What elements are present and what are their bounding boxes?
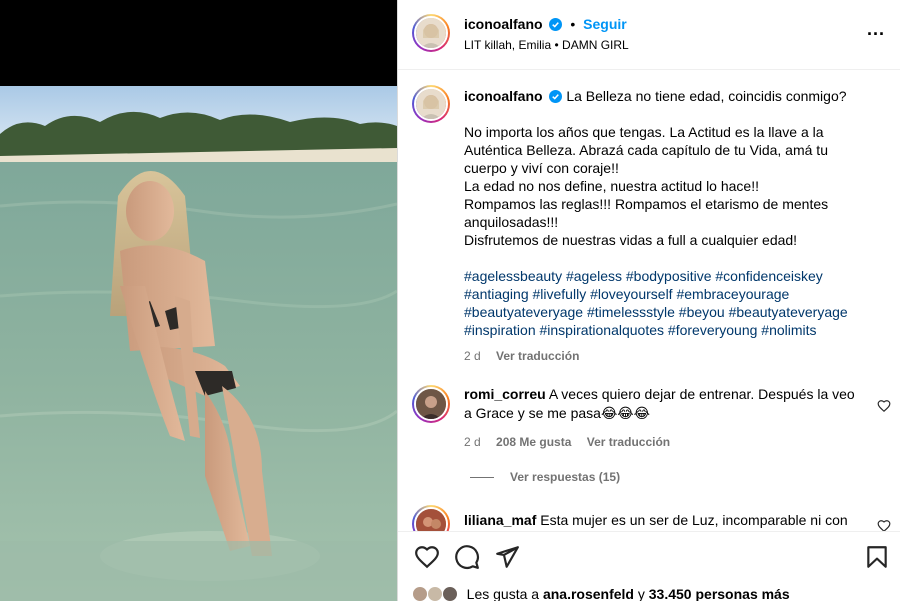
separator-dot: • xyxy=(570,16,576,32)
view-replies-label[interactable]: Ver respuestas (15) xyxy=(510,470,620,484)
share-send-icon[interactable] xyxy=(494,544,520,570)
comment-like-heart-icon[interactable] xyxy=(877,519,891,531)
likes-prefix: Les gusta a xyxy=(466,586,540,601)
likes-mid: y xyxy=(637,586,645,601)
audio-track[interactable]: DAMN GIRL xyxy=(562,38,629,52)
save-bookmark-icon[interactable] xyxy=(864,544,890,570)
comment-text: liliana_maf Esta mujer es un ser de Luz,… xyxy=(464,511,860,530)
likes-summary[interactable]: Les gusta a ana.rosenfeld y 33.450 perso… xyxy=(412,586,790,601)
audio-separator: • xyxy=(554,38,559,52)
comment-meta: 2 d 208 Me gusta Ver traducción xyxy=(464,435,682,449)
comment-text: romi_correu A veces quiero dejar de entr… xyxy=(464,385,860,423)
verified-badge-icon xyxy=(549,18,563,31)
caption-line: Rompamos las reglas!!! Rompamos el etari… xyxy=(464,196,829,230)
comments-scroll-area[interactable]: iconoalfano La Belleza no tiene edad, co… xyxy=(398,71,900,531)
caption-line: No importa los años que tengas. La Actit… xyxy=(464,124,828,176)
commenter-avatar[interactable] xyxy=(412,505,450,531)
likes-count[interactable]: 33.450 personas más xyxy=(649,586,790,601)
liker-avatar xyxy=(441,586,458,601)
caption-line: La edad no nos define, nuestra actitud l… xyxy=(464,178,759,194)
liker-avatar xyxy=(412,586,428,601)
view-replies-button[interactable]: Ver respuestas (15) xyxy=(470,470,620,484)
post-media[interactable] xyxy=(0,0,397,601)
post-caption: iconoalfano La Belleza no tiene edad, co… xyxy=(464,87,864,365)
post-photo[interactable] xyxy=(0,86,397,601)
liker-avatar xyxy=(426,586,443,601)
commenter-avatar[interactable] xyxy=(412,385,450,423)
replies-divider xyxy=(470,477,494,479)
post-details-panel: iconoalfano • Seguir LIT killah, Emilia … xyxy=(397,0,900,601)
likes-user[interactable]: ana.rosenfeld xyxy=(543,586,634,601)
caption-line: Disfrutemos de nuestras vidas a full a c… xyxy=(464,232,798,248)
follow-button[interactable]: Seguir xyxy=(583,16,627,32)
post-header: iconoalfano • Seguir LIT killah, Emilia … xyxy=(398,0,900,70)
audio-artist[interactable]: LIT killah, Emilia xyxy=(464,38,551,52)
post-actions-bar: Les gusta a ana.rosenfeld y 33.450 perso… xyxy=(398,531,900,601)
caption-avatar[interactable] xyxy=(412,85,450,123)
caption-translate-link[interactable]: Ver traducción xyxy=(496,349,579,363)
author-avatar[interactable] xyxy=(412,14,450,52)
comment-like-heart-icon[interactable] xyxy=(877,399,891,413)
comment-time[interactable]: 2 d xyxy=(464,435,481,449)
commenter-username[interactable]: romi_correu xyxy=(464,386,546,402)
audio-info[interactable]: LIT killah, Emilia • DAMN GIRL xyxy=(464,38,629,52)
author-username[interactable]: iconoalfano xyxy=(464,16,543,32)
caption-username[interactable]: iconoalfano xyxy=(464,88,543,104)
caption-headline: La Belleza no tiene edad, coincidis conm… xyxy=(566,88,847,104)
comment-likes[interactable]: 208 Me gusta xyxy=(496,435,571,449)
more-options-icon[interactable]: ... xyxy=(865,20,887,42)
verified-badge-icon xyxy=(549,90,563,103)
comment-body: Esta mujer es un ser de Luz, incomparabl… xyxy=(540,512,848,528)
commenter-username[interactable]: liliana_maf xyxy=(464,512,536,528)
comment-bubble-icon[interactable] xyxy=(454,544,480,570)
comment-translate-link[interactable]: Ver traducción xyxy=(587,435,670,449)
caption-time[interactable]: 2 d xyxy=(464,349,481,363)
caption-hashtags[interactable]: #agelessbeauty #ageless #bodypositive #c… xyxy=(464,267,864,339)
caption-meta: 2 d Ver traducción xyxy=(464,347,864,365)
like-heart-icon[interactable] xyxy=(414,544,440,570)
